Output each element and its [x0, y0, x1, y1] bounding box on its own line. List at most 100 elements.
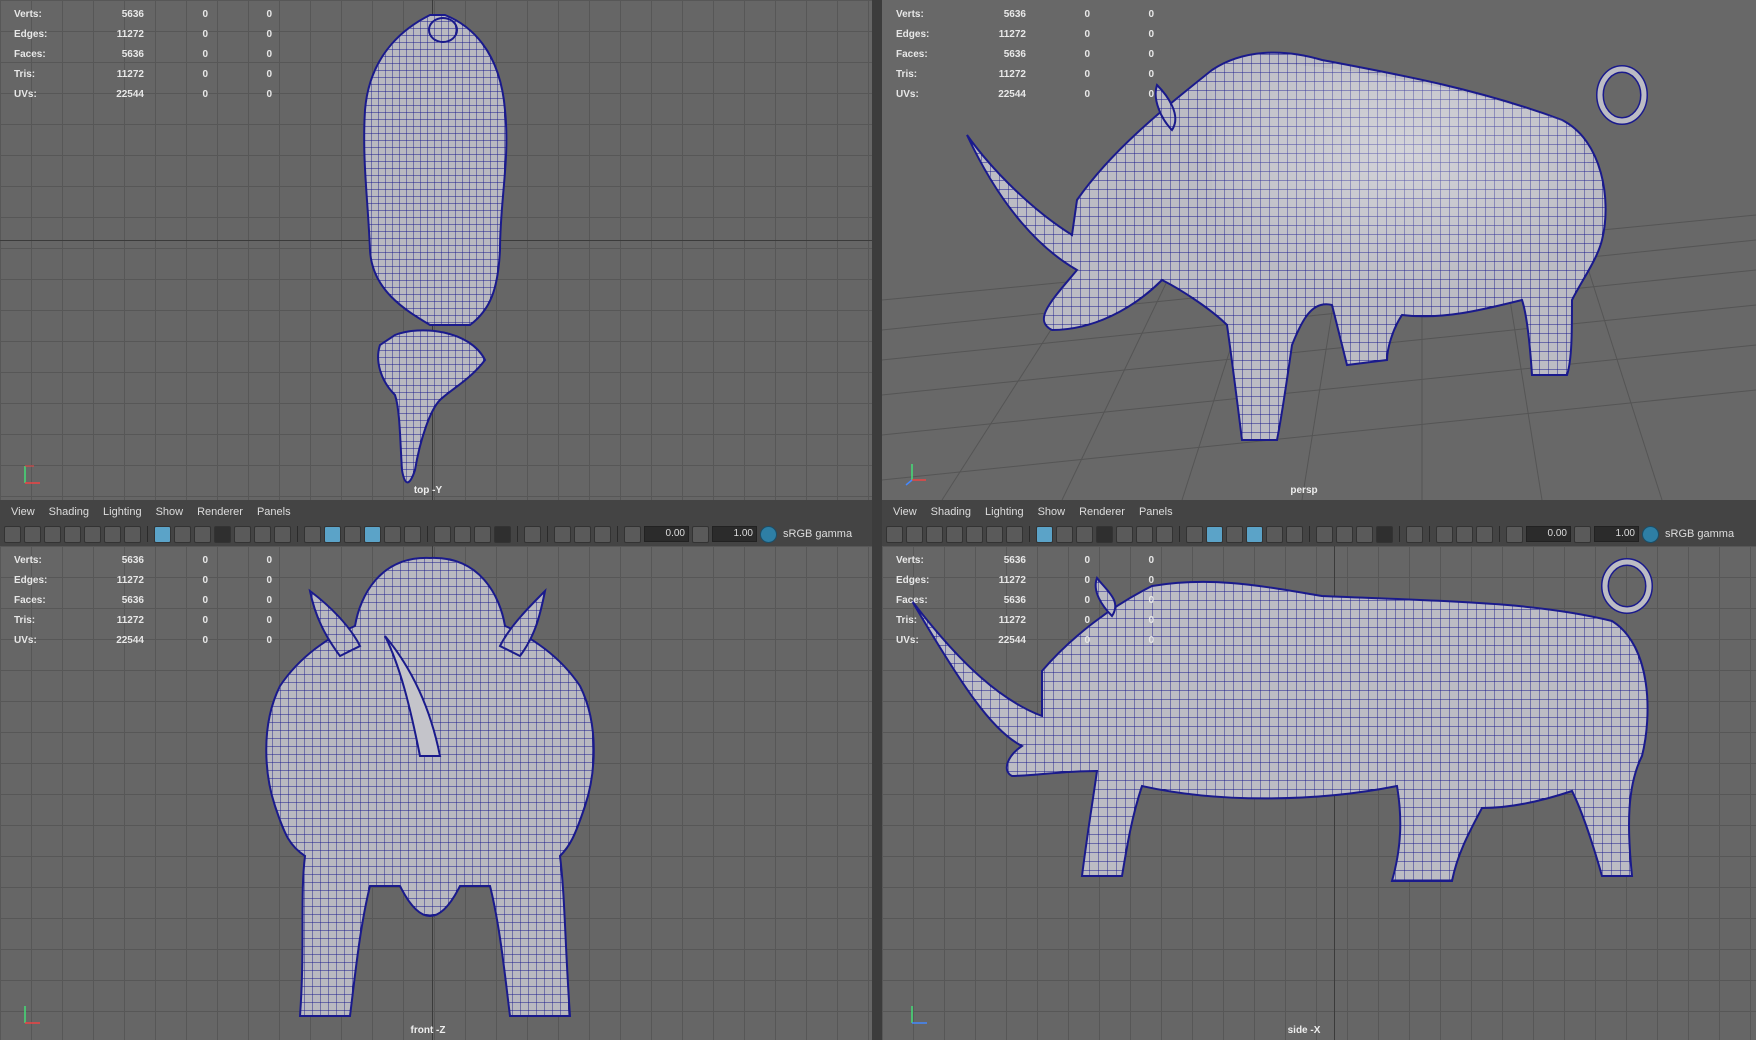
- shadows-icon[interactable]: [1316, 525, 1333, 543]
- grease-pencil-icon[interactable]: [124, 525, 141, 543]
- bookmark-icon[interactable]: [946, 525, 963, 543]
- xray-active-icon[interactable]: [1456, 525, 1473, 543]
- motion-blur-icon[interactable]: [1356, 525, 1373, 543]
- hud-stats: Verts: 5636 0 0 Edges: 11272 0 0 Faces: 5636 0 0 …: [896, 4, 1154, 104]
- menu-renderer[interactable]: Renderer: [190, 504, 250, 522]
- menu-shading[interactable]: Shading: [924, 504, 978, 522]
- use-all-lights-icon[interactable]: [404, 525, 421, 543]
- isolate-select-icon[interactable]: [524, 525, 541, 543]
- safe-title-icon[interactable]: [1156, 525, 1173, 543]
- menu-show[interactable]: Show: [149, 504, 191, 522]
- lock-camera-icon[interactable]: [906, 525, 923, 543]
- menu-show[interactable]: Show: [1031, 504, 1073, 522]
- gamma-icon[interactable]: [692, 525, 709, 543]
- gate-mask-icon[interactable]: [1096, 525, 1113, 543]
- viewport-front[interactable]: Verts: 5636 0 0 Edges: 11272 0 0 Faces: 5636 0 0 …: [0, 546, 872, 1040]
- bookmark-icon[interactable]: [64, 525, 81, 543]
- gamma-field[interactable]: 1.00: [1594, 526, 1639, 542]
- isolate-select-icon[interactable]: [1406, 525, 1423, 543]
- panel-toolbar: 0.00 1.00 sRGB gamma: [4, 524, 852, 544]
- rhino-body-top: [363, 14, 508, 326]
- image-plane-icon[interactable]: [84, 525, 101, 543]
- xray-joints-icon[interactable]: [594, 525, 611, 543]
- panel-menu: View Shading Lighting Show Renderer Pane…: [4, 504, 298, 522]
- menu-panels[interactable]: Panels: [250, 504, 298, 522]
- screen-space-ao-icon[interactable]: [454, 525, 471, 543]
- hud-row: Verts: 5636 0 0: [896, 554, 1154, 566]
- color-space-label[interactable]: sRGB gamma: [1665, 528, 1734, 540]
- hud-stats: Verts: 5636 0 0 Edges: 11272 0 0 Faces: 5636 0 0 …: [896, 550, 1154, 650]
- shadows-icon[interactable]: [434, 525, 451, 543]
- xray-joints-icon[interactable]: [1476, 525, 1493, 543]
- camera-attributes-icon[interactable]: [44, 525, 61, 543]
- safe-title-icon[interactable]: [274, 525, 291, 543]
- grid-icon[interactable]: [154, 525, 171, 543]
- camera-label: front -Z: [410, 1025, 446, 1036]
- color-space-label[interactable]: sRGB gamma: [783, 528, 852, 540]
- default-material-icon[interactable]: [1226, 525, 1243, 543]
- panel-menu: View Shading Lighting Show Renderer Pane…: [886, 504, 1180, 522]
- color-management-icon[interactable]: [1642, 525, 1659, 543]
- field-chart-icon[interactable]: [234, 525, 251, 543]
- hud-row: UVs: 22544 0 0: [896, 88, 1154, 100]
- 2d-pan-zoom-icon[interactable]: [104, 525, 121, 543]
- hud-stats: Verts: 5636 0 0 Edges: 11272 0 0 Faces: 5636 0 0 …: [14, 4, 272, 104]
- wireframe-on-shaded-icon[interactable]: [1246, 525, 1263, 543]
- gamma-icon[interactable]: [1574, 525, 1591, 543]
- wireframe-icon[interactable]: [304, 525, 321, 543]
- screen-space-ao-icon[interactable]: [1336, 525, 1353, 543]
- lock-camera-icon[interactable]: [24, 525, 41, 543]
- resolution-gate-icon[interactable]: [1076, 525, 1093, 543]
- xray-active-icon[interactable]: [574, 525, 591, 543]
- wireframe-icon[interactable]: [1186, 525, 1203, 543]
- camera-icon[interactable]: [4, 525, 21, 543]
- menu-view[interactable]: View: [886, 504, 924, 522]
- safe-action-icon[interactable]: [254, 525, 271, 543]
- film-gate-icon[interactable]: [174, 525, 191, 543]
- camera-icon[interactable]: [886, 525, 903, 543]
- viewport-persp[interactable]: Verts: 5636 0 0 Edges: 11272 0 0 Faces: 5636 0 0 …: [882, 0, 1756, 500]
- motion-blur-icon[interactable]: [474, 525, 491, 543]
- hud-row: UVs: 22544 0 0: [896, 634, 1154, 646]
- exposure-field[interactable]: 0.00: [644, 526, 689, 542]
- field-chart-icon[interactable]: [1116, 525, 1133, 543]
- 2d-pan-zoom-icon[interactable]: [986, 525, 1003, 543]
- menu-lighting[interactable]: Lighting: [978, 504, 1031, 522]
- gamma-field[interactable]: 1.00: [712, 526, 757, 542]
- film-gate-icon[interactable]: [1056, 525, 1073, 543]
- viewport-side[interactable]: Verts: 5636 0 0 Edges: 11272 0 0 Faces: 5636 0 0 …: [882, 546, 1756, 1040]
- use-all-lights-icon[interactable]: [1286, 525, 1303, 543]
- resolution-gate-icon[interactable]: [194, 525, 211, 543]
- default-material-icon[interactable]: [344, 525, 361, 543]
- hud-row: UVs: 22544 0 0: [14, 88, 272, 100]
- hud-row: Edges: 11272 0 0: [14, 574, 272, 586]
- exposure-field[interactable]: 0.00: [1526, 526, 1571, 542]
- smooth-shade-icon[interactable]: [324, 525, 341, 543]
- menu-panels[interactable]: Panels: [1132, 504, 1180, 522]
- exposure-icon[interactable]: [624, 525, 641, 543]
- smooth-shade-icon[interactable]: [1206, 525, 1223, 543]
- textured-icon[interactable]: [1266, 525, 1283, 543]
- grease-pencil-icon[interactable]: [1006, 525, 1023, 543]
- xray-icon[interactable]: [1436, 525, 1453, 543]
- anti-aliasing-icon[interactable]: [1376, 525, 1393, 543]
- anti-aliasing-icon[interactable]: [494, 525, 511, 543]
- menu-view[interactable]: View: [4, 504, 42, 522]
- wireframe-on-shaded-icon[interactable]: [364, 525, 381, 543]
- textured-icon[interactable]: [384, 525, 401, 543]
- menu-shading[interactable]: Shading: [42, 504, 96, 522]
- camera-attributes-icon[interactable]: [926, 525, 943, 543]
- color-management-icon[interactable]: [760, 525, 777, 543]
- toolbar-separator: [1029, 526, 1030, 542]
- gate-mask-icon[interactable]: [214, 525, 231, 543]
- viewport-top[interactable]: Verts: 5636 0 0 Edges: 11272 0 0 Faces: 5636 0 0 …: [0, 0, 872, 500]
- safe-action-icon[interactable]: [1136, 525, 1153, 543]
- grid-icon[interactable]: [1036, 525, 1053, 543]
- menu-lighting[interactable]: Lighting: [96, 504, 149, 522]
- exposure-icon[interactable]: [1506, 525, 1523, 543]
- xray-icon[interactable]: [554, 525, 571, 543]
- image-plane-icon[interactable]: [966, 525, 983, 543]
- rhino-body-front: [265, 556, 595, 1017]
- menu-renderer[interactable]: Renderer: [1072, 504, 1132, 522]
- toolbar-separator: [517, 526, 518, 542]
